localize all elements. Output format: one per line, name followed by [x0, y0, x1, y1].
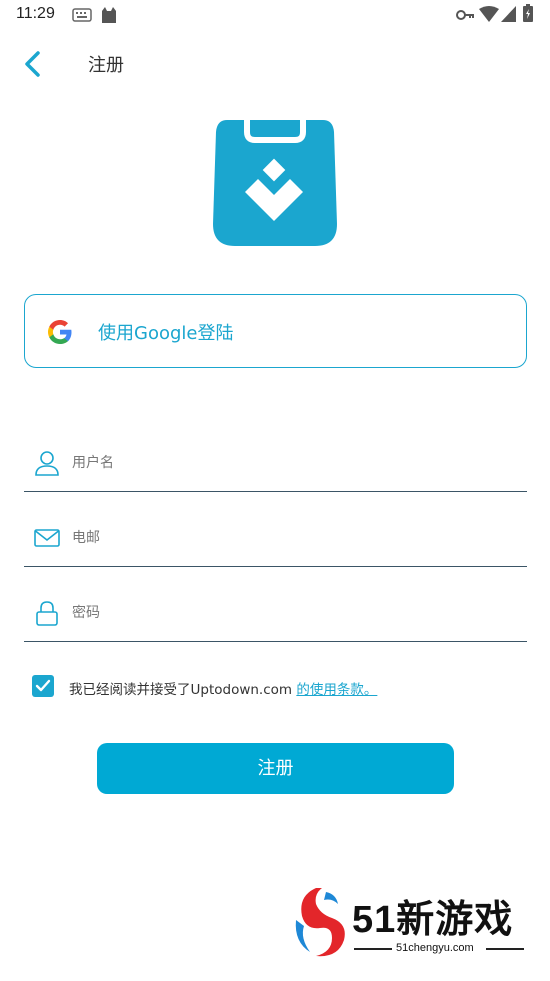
status-time: 11:29 — [16, 5, 55, 22]
email-input[interactable] — [72, 523, 512, 553]
back-arrow-icon — [25, 51, 40, 77]
watermark-text: 51新游戏 — [352, 899, 514, 941]
user-icon — [35, 451, 59, 476]
lock-icon — [36, 601, 58, 626]
email-field — [24, 511, 527, 567]
username-input[interactable] — [72, 448, 512, 478]
status-bar: 11:29 — [0, 0, 550, 30]
watermark-subtext: 51chengyu.com — [396, 942, 474, 954]
back-button[interactable] — [18, 48, 50, 80]
username-field — [24, 436, 527, 492]
register-button[interactable]: 注册 — [97, 743, 454, 794]
password-input[interactable] — [72, 598, 512, 628]
google-icon — [48, 320, 72, 344]
wifi-icon — [479, 6, 499, 22]
app-bar: 注册 — [0, 40, 550, 88]
terms-row: 我已经阅读并接受了Uptodown.com 的使用条款。 — [32, 674, 532, 700]
terms-link[interactable]: 的使用条款。 — [296, 682, 377, 698]
watermark-line-right — [486, 948, 524, 950]
terms-label: 我已经阅读并接受了Uptodown.com — [69, 682, 293, 698]
terms-checkbox[interactable] — [32, 675, 54, 697]
check-icon — [35, 679, 51, 692]
google-signin-button[interactable]: 使用Google登陆 — [24, 294, 527, 368]
keyboard-icon — [72, 8, 92, 22]
watermark-logo-icon — [295, 888, 345, 957]
page-title: 注册 — [88, 55, 124, 76]
password-field — [24, 586, 527, 642]
cat-icon — [102, 7, 116, 23]
uptodown-logo — [213, 120, 337, 246]
battery-icon — [523, 4, 533, 22]
google-signin-label: 使用Google登陆 — [98, 323, 234, 344]
vpn-key-icon — [456, 10, 474, 20]
watermark: 51新游戏 51chengyu.com — [292, 884, 532, 960]
terms-text: 我已经阅读并接受了Uptodown.com 的使用条款。 — [69, 678, 377, 698]
signal-icon — [501, 6, 516, 22]
mail-icon — [34, 529, 60, 547]
watermark-line-left — [354, 948, 392, 950]
